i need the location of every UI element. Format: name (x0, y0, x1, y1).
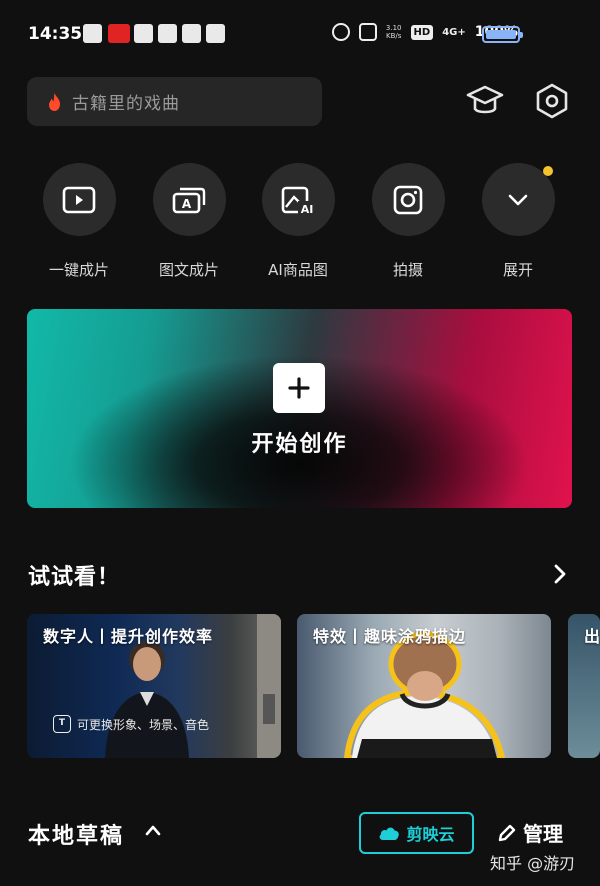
quick-action-one-click-video[interactable]: 一键成片 (29, 163, 129, 280)
graduation-cap-icon[interactable] (466, 82, 504, 120)
net-speed-value: 3.10 (385, 24, 402, 32)
card-subtitle-text: 可更换形象、场景、音色 (77, 717, 210, 732)
quick-action-label: 图文成片 (158, 261, 219, 279)
chevron-right-icon[interactable] (550, 562, 570, 586)
quick-action-circle (371, 163, 445, 236)
quick-action-expand[interactable]: 展开 (468, 163, 568, 280)
status-bar: 14:35 3.10 KB/s HD 4G+ 100% (0, 0, 600, 66)
notification-app-icon (134, 24, 153, 43)
search-placeholder: 古籍里的戏曲 (72, 94, 180, 114)
manage-button-label: 管理 (523, 822, 563, 846)
card-title: 出 (584, 627, 600, 646)
section-title: 试试看！ (28, 565, 121, 590)
settings-icon[interactable] (533, 82, 571, 120)
hd-badge: HD (410, 24, 434, 40)
quick-action-label: 拍摄 (392, 261, 423, 279)
weibo-icon (158, 24, 177, 43)
play-video-icon (62, 186, 96, 213)
quick-action-label: 一键成片 (48, 261, 109, 279)
quick-action-circle (481, 163, 555, 236)
quick-action-ai-product-image[interactable]: AI AI商品图 (248, 163, 348, 280)
quick-action-circle: AI (261, 163, 335, 236)
quick-action-label: 展开 (502, 261, 533, 279)
cloud-button[interactable]: 剪映云 (359, 812, 474, 854)
manage-button[interactable]: 管理 (497, 818, 563, 847)
notification-app-icon (83, 24, 102, 43)
alipay-icon (182, 24, 201, 43)
card-subtitle: T 可更换形象、场景、音色 (53, 715, 209, 733)
mute-icon (358, 23, 377, 41)
quick-action-circle: A (152, 163, 226, 236)
status-time: 14:35 (28, 24, 83, 44)
ai-image-icon: AI (281, 186, 315, 215)
network-signal-icon: 4G+ (442, 26, 466, 38)
flame-icon (49, 92, 60, 111)
quick-action-label: AI商品图 (268, 261, 328, 279)
start-creation-label: 开始创作 (251, 432, 348, 457)
edit-icon (498, 824, 516, 841)
net-speed-unit: KB/s (386, 32, 402, 40)
chevron-up-icon[interactable] (144, 823, 162, 837)
cloud-button-label: 剪映云 (406, 825, 455, 844)
svg-text:A: A (182, 197, 192, 211)
quick-action-circle (42, 163, 116, 236)
card-title: 特效丨趣味涂鸦描边 (313, 627, 467, 646)
ai-text-icon: T (53, 715, 71, 733)
quick-action-camera[interactable]: 拍摄 (358, 163, 458, 280)
battery-icon (482, 26, 523, 43)
local-drafts-title: 本地草稿 (28, 824, 125, 849)
card-title: 数字人丨提升创作效率 (43, 627, 214, 646)
quick-action-text-to-video[interactable]: A 图文成片 (139, 163, 239, 280)
svg-text:AI: AI (301, 203, 314, 215)
notification-dot (542, 166, 553, 176)
template-card[interactable]: 出 (568, 614, 600, 758)
notification-app-icon (206, 24, 225, 43)
net-speed: 3.10 KB/s (386, 24, 402, 40)
chevron-down-icon (508, 194, 528, 205)
template-card[interactable]: 特效丨趣味涂鸦描边 (297, 614, 551, 758)
camera-icon (393, 185, 423, 214)
watermark: 知乎 @游刃 (490, 854, 576, 873)
alarm-icon (331, 23, 350, 41)
notification-app-icon (108, 24, 130, 43)
start-creation-button[interactable]: 开始创作 (27, 309, 572, 508)
text-cards-icon: A (172, 187, 206, 213)
search-input[interactable]: 古籍里的戏曲 (27, 77, 322, 126)
template-card[interactable]: 数字人丨提升创作效率 T 可更换形象、场景、音色 (27, 614, 281, 758)
cloud-icon (380, 827, 400, 840)
plus-icon (273, 363, 325, 413)
